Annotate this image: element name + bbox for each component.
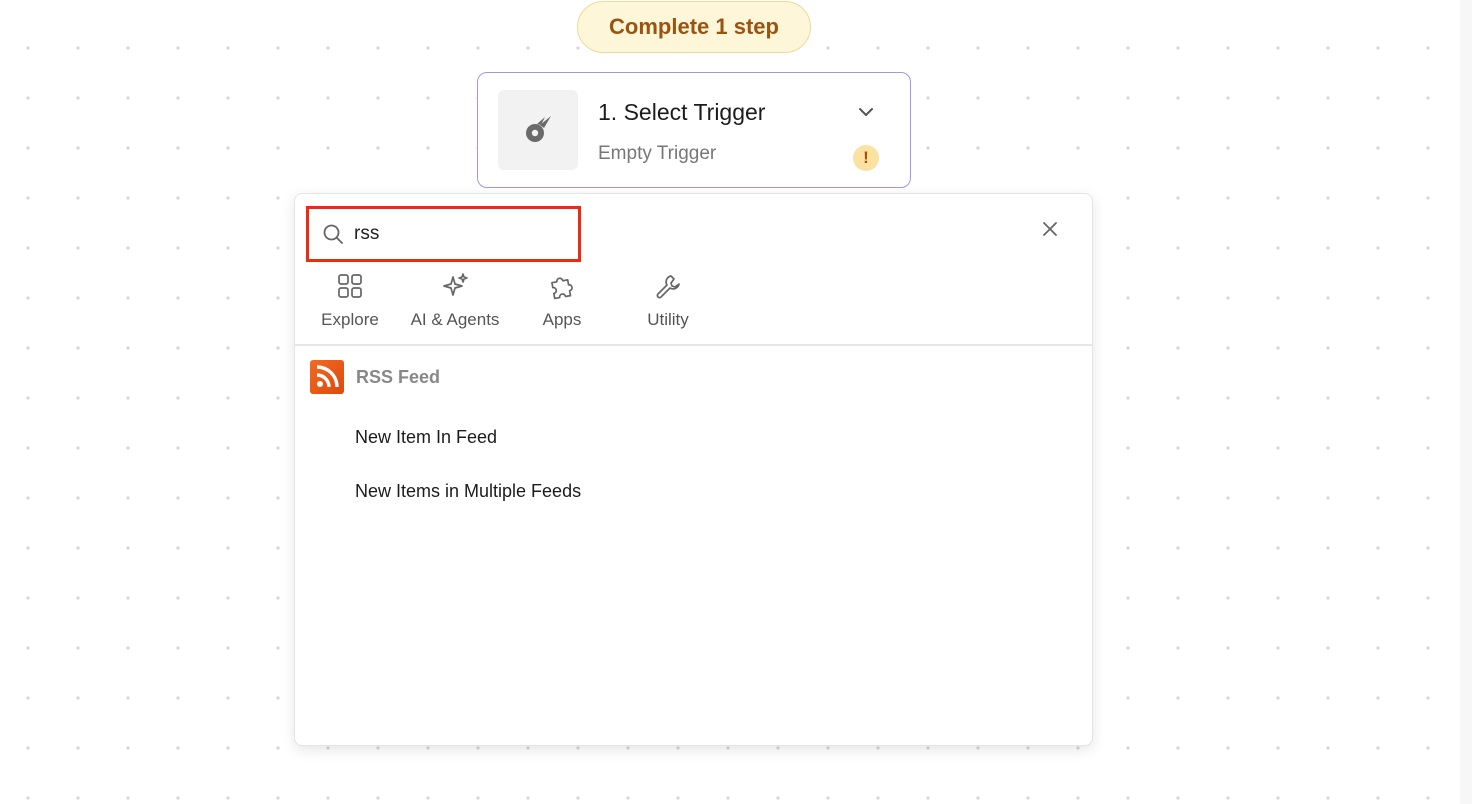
search-icon [322, 223, 344, 245]
tab-label: Utility [647, 310, 689, 329]
trigger-step-card[interactable]: 1. Select Trigger Empty Trigger ! [477, 72, 911, 188]
tab-label: AI & Agents [410, 310, 500, 329]
tab-label: Apps [542, 310, 582, 329]
search-box[interactable] [306, 206, 581, 262]
event-new-item-in-feed[interactable]: New Item In Feed [355, 427, 497, 448]
app-picker-panel: Explore AI & Agents Apps [294, 193, 1093, 746]
wrench-icon [654, 272, 682, 300]
rss-icon [310, 360, 344, 394]
sparkles-icon [441, 272, 469, 300]
warning-glyph: ! [863, 148, 869, 167]
trigger-title: 1. Select Trigger [598, 99, 766, 125]
app-name: RSS Feed [356, 366, 441, 387]
close-button[interactable] [1038, 217, 1062, 241]
tab-label: Explore [321, 310, 379, 329]
grid-icon [336, 272, 364, 300]
result-app-rss-feed[interactable]: RSS Feed [310, 359, 440, 395]
tab-ai-agents[interactable]: AI & Agents [400, 270, 510, 338]
status-pill[interactable]: Complete 1 step [577, 1, 811, 53]
close-icon [1043, 222, 1057, 236]
warning-icon: ! [853, 145, 879, 171]
tab-utility[interactable]: Utility [613, 270, 723, 338]
scrollbar-track [1460, 0, 1472, 804]
divider [295, 344, 1092, 346]
chevron-down-icon[interactable] [855, 101, 877, 123]
trigger-icon-box [498, 90, 578, 170]
search-input[interactable] [354, 223, 554, 245]
trigger-subtitle: Empty Trigger [598, 143, 717, 164]
tab-explore[interactable]: Explore [295, 270, 405, 338]
event-new-items-multiple-feeds[interactable]: New Items in Multiple Feeds [355, 481, 581, 502]
category-tabs: Explore AI & Agents Apps Utility [295, 270, 1092, 344]
puzzle-icon [548, 272, 576, 300]
tab-apps[interactable]: Apps [507, 270, 617, 338]
status-pill-label: Complete 1 step [609, 14, 779, 39]
comet-icon [526, 116, 551, 142]
